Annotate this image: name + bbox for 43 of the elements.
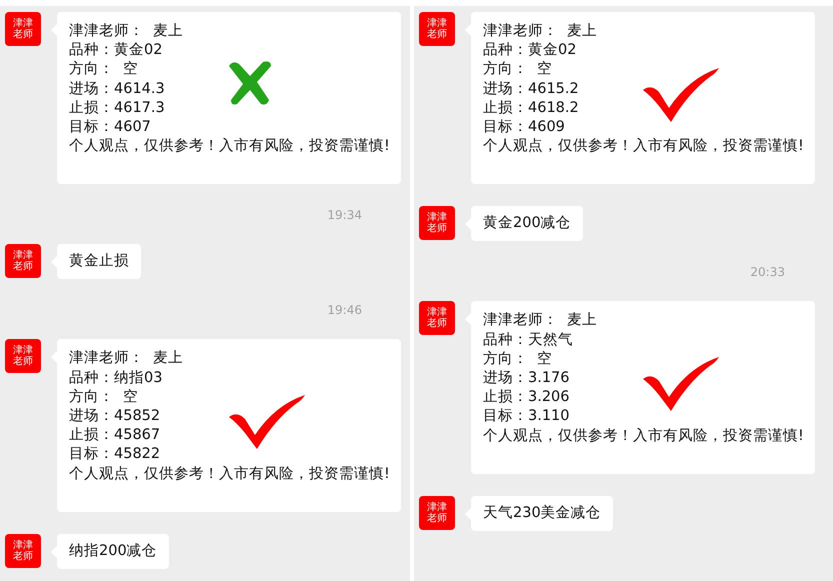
message-line: 止损：3.206 <box>483 388 571 408</box>
avatar[interactable]: 津津老师 <box>419 12 455 46</box>
message-line: 止损：4617.3 <box>69 98 166 118</box>
avatar[interactable]: 津津老师 <box>419 206 455 240</box>
message-line: 品种：黄金02 <box>69 41 164 60</box>
message-line: 止损：45867 <box>69 426 162 446</box>
message-line: 方向： 空 <box>483 350 554 369</box>
message-line: 津津老师： 麦上 <box>483 311 598 330</box>
message-line: 个人观点，仅供参考！入市有风险，投资需谨慎! <box>69 137 389 156</box>
message-time: 20:33 <box>750 265 785 280</box>
message-time: 19:46 <box>327 303 362 318</box>
message-line: 目标：45822 <box>69 445 162 464</box>
message-line: 方向： 空 <box>69 60 140 80</box>
message-text: 黄金止损 <box>69 252 129 272</box>
avatar[interactable]: 津津老师 <box>5 534 41 568</box>
message-line: 方向： 空 <box>69 388 140 407</box>
message-line: 品种：纳指03 <box>69 368 164 388</box>
message-text: 天气230美金减仓 <box>483 504 601 523</box>
message-line: 目标：3.110 <box>483 407 571 426</box>
message-line: 个人观点，仅供参考！入市有风险，投资需谨慎! <box>69 464 389 484</box>
avatar[interactable]: 津津老师 <box>419 301 455 336</box>
avatar[interactable]: 津津老师 <box>5 12 41 46</box>
avatar[interactable]: 津津老师 <box>419 496 455 530</box>
message-line: 止损：4618.2 <box>483 98 580 118</box>
message-line: 目标：4607 <box>69 118 152 138</box>
message-text: 纳指200减仓 <box>69 542 157 561</box>
message-line: 个人观点，仅供参考！入市有风险，投资需谨慎! <box>483 137 803 156</box>
message-line: 进场：4614.3 <box>69 80 166 99</box>
message-line: 品种：天然气 <box>483 330 574 350</box>
message-line: 进场：3.176 <box>483 369 571 388</box>
message-line: 津津老师： 麦上 <box>69 22 184 41</box>
message-line: 方向： 空 <box>483 60 554 80</box>
message-line: 品种：黄金02 <box>483 41 578 60</box>
message-line: 个人观点，仅供参考！入市有风险，投资需谨慎! <box>483 426 803 446</box>
avatar[interactable]: 津津老师 <box>5 244 41 278</box>
message-line: 目标：4609 <box>483 118 566 138</box>
message-line: 津津老师： 麦上 <box>69 349 184 368</box>
message-line: 进场：45852 <box>69 407 162 426</box>
avatar[interactable]: 津津老师 <box>5 339 41 374</box>
message-line: 津津老师： 麦上 <box>483 22 598 41</box>
message-line: 进场：4615.2 <box>483 80 580 99</box>
message-time: 19:34 <box>327 208 362 222</box>
message-text: 黄金200减仓 <box>483 214 571 234</box>
